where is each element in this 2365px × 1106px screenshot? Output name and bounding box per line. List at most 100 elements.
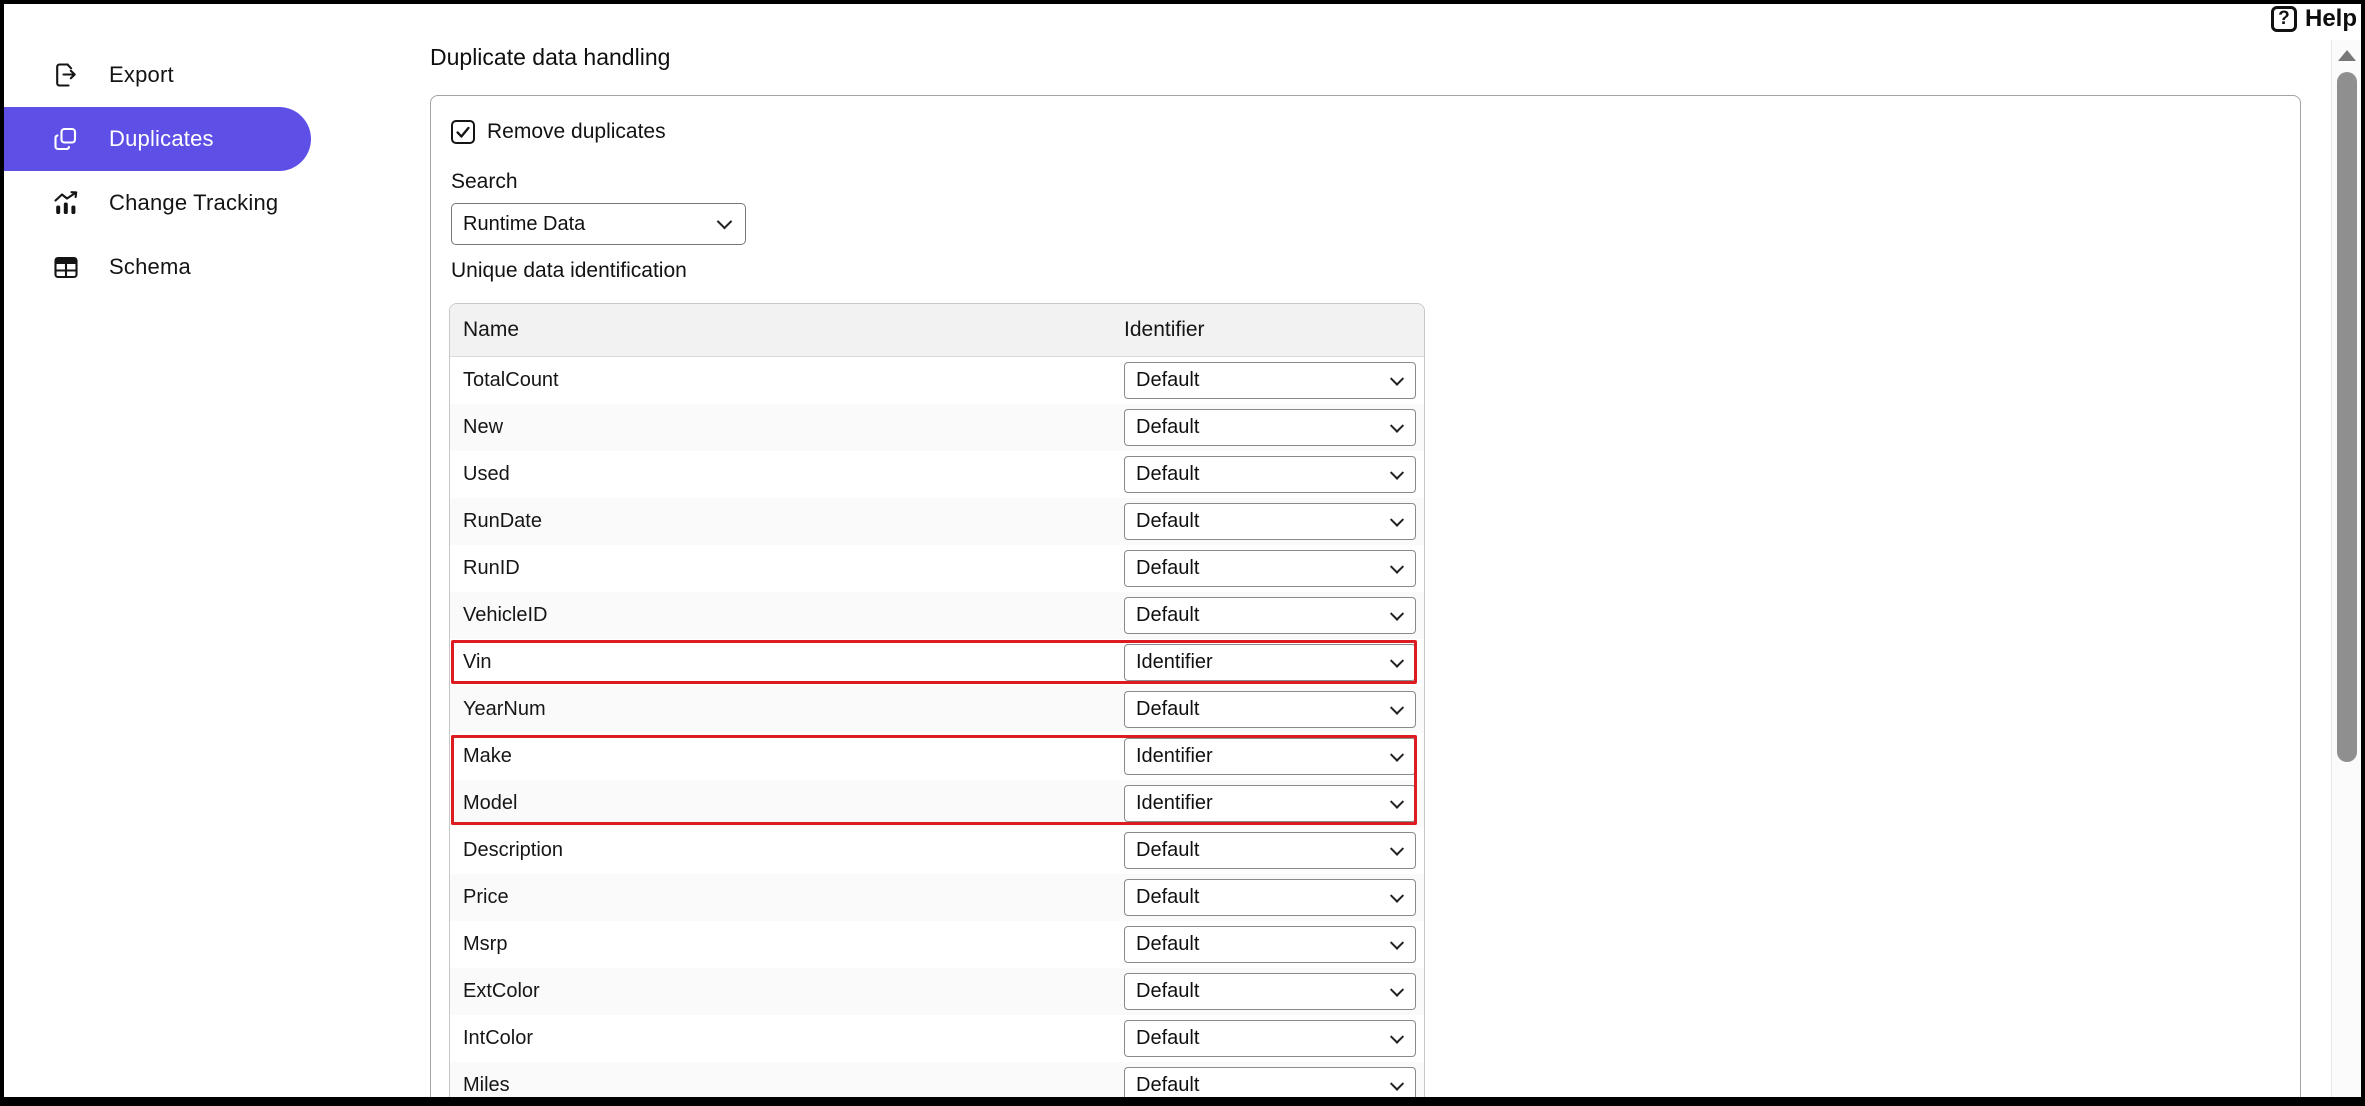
help-link[interactable]: Help <box>2305 5 2357 33</box>
identifier-select[interactable]: Identifier <box>1124 738 1416 775</box>
row-name: Description <box>450 839 563 862</box>
row-name: Miles <box>450 1074 510 1097</box>
chevron-down-icon <box>717 214 733 230</box>
remove-duplicates-checkbox[interactable] <box>451 120 475 144</box>
export-icon <box>51 60 81 90</box>
identifier-select-value: Default <box>1136 369 1199 392</box>
chevron-down-icon <box>1390 982 1404 996</box>
chevron-down-icon <box>1390 747 1404 761</box>
table-row: RunDate Default <box>450 498 1424 545</box>
table-row: IntColor Default <box>450 1015 1424 1062</box>
chevron-down-icon <box>1390 888 1404 902</box>
identifier-select[interactable]: Identifier <box>1124 644 1416 681</box>
table-row: VehicleID Default <box>450 592 1424 639</box>
chevron-down-icon <box>1390 1076 1404 1090</box>
identifier-select[interactable]: Default <box>1124 550 1416 587</box>
checkmark-icon <box>454 123 472 141</box>
row-name: ExtColor <box>450 980 540 1003</box>
change-tracking-icon <box>51 188 81 218</box>
scroll-up-arrow-icon[interactable] <box>2338 50 2356 61</box>
chevron-down-icon <box>1390 841 1404 855</box>
table-row: Miles Default <box>450 1062 1424 1106</box>
sidebar: Export Duplicates Change Tr <box>4 43 311 299</box>
table-row: YearNum Default <box>450 686 1424 733</box>
chevron-down-icon <box>1390 653 1404 667</box>
table-row: Used Default <box>450 451 1424 498</box>
identifier-select-value: Default <box>1136 1027 1199 1050</box>
unique-data-table: Name Identifier TotalCount Default New D… <box>449 303 1425 1106</box>
chevron-down-icon <box>1390 1029 1404 1043</box>
row-name: New <box>450 416 503 439</box>
row-name: IntColor <box>450 1027 533 1050</box>
identifier-select[interactable]: Default <box>1124 456 1416 493</box>
chevron-down-icon <box>1390 512 1404 526</box>
identifier-select-value: Identifier <box>1136 651 1213 674</box>
table-row: Model Identifier <box>450 780 1424 827</box>
search-select-value: Runtime Data <box>463 213 585 236</box>
identifier-select[interactable]: Default <box>1124 973 1416 1010</box>
identifier-select[interactable]: Default <box>1124 691 1416 728</box>
chevron-down-icon <box>1390 606 1404 620</box>
chevron-down-icon <box>1390 559 1404 573</box>
duplicate-settings-panel: Remove duplicates Search Runtime Data Un… <box>430 95 2301 1106</box>
identifier-select[interactable]: Default <box>1124 926 1416 963</box>
search-label: Search <box>451 170 518 194</box>
identifier-select[interactable]: Identifier <box>1124 785 1416 822</box>
unique-data-identification-label: Unique data identification <box>451 259 687 283</box>
identifier-select[interactable]: Default <box>1124 362 1416 399</box>
row-name: YearNum <box>450 698 546 721</box>
chevron-down-icon <box>1390 465 1404 479</box>
identifier-select-value: Default <box>1136 933 1199 956</box>
sidebar-item-label: Schema <box>109 254 191 280</box>
identifier-select-value: Default <box>1136 510 1199 533</box>
row-name: Price <box>450 886 509 909</box>
row-name: Used <box>450 463 510 486</box>
row-name: Msrp <box>450 933 507 956</box>
scrollbar-thumb[interactable] <box>2337 72 2357 762</box>
table-row: ExtColor Default <box>450 968 1424 1015</box>
chevron-down-icon <box>1390 935 1404 949</box>
chevron-down-icon <box>1390 418 1404 432</box>
identifier-select-value: Default <box>1136 463 1199 486</box>
row-name: Model <box>450 792 517 815</box>
question-mark-icon: ? <box>2271 6 2297 32</box>
sidebar-item-change-tracking[interactable]: Change Tracking <box>4 171 311 235</box>
identifier-select[interactable]: Default <box>1124 1067 1416 1104</box>
identifier-select-value: Default <box>1136 839 1199 862</box>
chevron-down-icon <box>1390 371 1404 385</box>
sidebar-item-duplicates[interactable]: Duplicates <box>4 107 311 171</box>
row-name: RunDate <box>450 510 542 533</box>
remove-duplicates-label: Remove duplicates <box>487 120 666 144</box>
app-window: ? Help Export <box>0 0 2365 1106</box>
identifier-select[interactable]: Default <box>1124 1020 1416 1057</box>
identifier-select[interactable]: Default <box>1124 597 1416 634</box>
row-name: VehicleID <box>450 604 548 627</box>
identifier-select[interactable]: Default <box>1124 503 1416 540</box>
sidebar-item-schema[interactable]: Schema <box>4 235 311 299</box>
table-row: Description Default <box>450 827 1424 874</box>
table-row: Msrp Default <box>450 921 1424 968</box>
vertical-scrollbar[interactable] <box>2331 40 2361 1097</box>
identifier-select-value: Default <box>1136 886 1199 909</box>
table-row: TotalCount Default <box>450 357 1424 404</box>
identifier-select-value: Default <box>1136 557 1199 580</box>
sidebar-item-export[interactable]: Export <box>4 43 311 107</box>
table-row: RunID Default <box>450 545 1424 592</box>
help-area[interactable]: ? Help <box>2271 5 2357 33</box>
row-name: TotalCount <box>450 369 559 392</box>
duplicates-icon <box>51 124 81 154</box>
identifier-select[interactable]: Default <box>1124 409 1416 446</box>
search-select[interactable]: Runtime Data <box>451 203 746 245</box>
table-row: Make Identifier <box>450 733 1424 780</box>
identifier-select[interactable]: Default <box>1124 832 1416 869</box>
identifier-select-value: Identifier <box>1136 745 1213 768</box>
table-row: Price Default <box>450 874 1424 921</box>
column-header-name: Name <box>450 318 519 342</box>
column-header-identifier: Identifier <box>1124 318 1205 342</box>
chevron-down-icon <box>1390 794 1404 808</box>
sidebar-item-label: Export <box>109 62 174 88</box>
chevron-down-icon <box>1390 700 1404 714</box>
identifier-select[interactable]: Default <box>1124 879 1416 916</box>
table-body: TotalCount Default New Default Used Defa… <box>450 357 1424 1106</box>
table-row: New Default <box>450 404 1424 451</box>
